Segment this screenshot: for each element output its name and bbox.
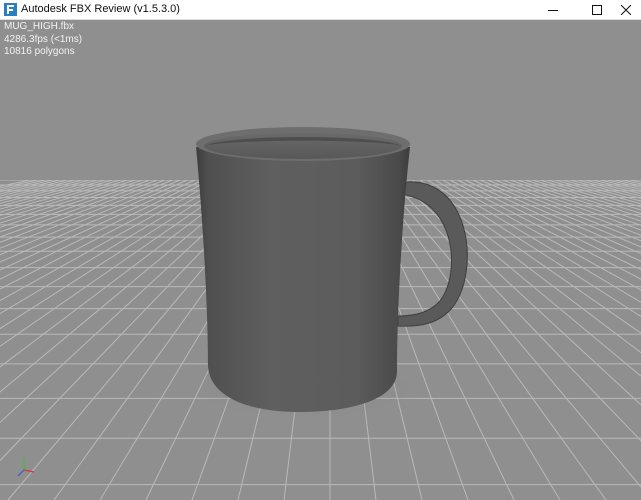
close-icon bbox=[621, 4, 631, 15]
hud-file-name: MUG_HIGH.fbx bbox=[4, 21, 75, 32]
minimize-button[interactable] bbox=[538, 0, 568, 19]
mug-handle bbox=[397, 181, 468, 327]
hud-fps: 4286.3fps (<1ms) bbox=[4, 33, 83, 45]
title-bar[interactable]: Autodesk FBX Review (v1.5.3.0) bbox=[0, 0, 641, 20]
close-button[interactable] bbox=[611, 0, 641, 19]
hud-polygon-count: 10816 polygons bbox=[4, 46, 75, 57]
x-axis-line bbox=[23, 469, 35, 473]
scene-canvas[interactable] bbox=[0, 20, 641, 500]
maximize-button[interactable] bbox=[582, 0, 612, 19]
app-window: Autodesk FBX Review (v1.5.3.0) MUG_HIGH.… bbox=[0, 0, 641, 500]
window-title: Autodesk FBX Review (v1.5.3.0) bbox=[21, 3, 180, 15]
maximize-icon bbox=[592, 4, 602, 15]
minimize-icon bbox=[548, 9, 558, 11]
fbx-review-app-icon bbox=[4, 3, 17, 16]
axis-gizmo-icon bbox=[17, 458, 35, 477]
3d-viewport[interactable]: MUG_HIGH.fbx 4286.3fps (<1ms) 10816 poly… bbox=[0, 20, 641, 500]
hud-overlay: MUG_HIGH.fbx 4286.3fps (<1ms) 10816 poly… bbox=[4, 21, 82, 59]
z-axis-line bbox=[17, 469, 25, 477]
mug-body bbox=[196, 147, 410, 412]
mug-inner bbox=[204, 133, 402, 159]
